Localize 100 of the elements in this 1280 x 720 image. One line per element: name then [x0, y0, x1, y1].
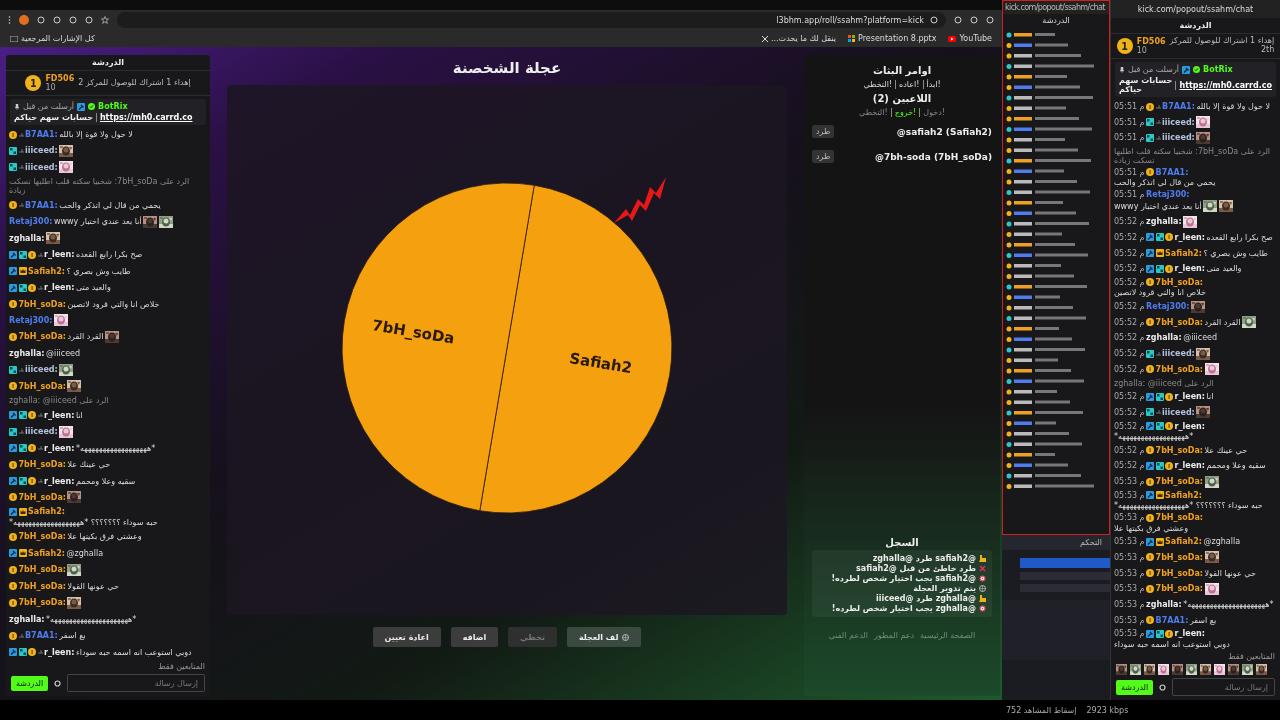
chat-username[interactable]: r_leen:: [44, 410, 75, 420]
wheel-segment: Safiah2: [479, 184, 673, 514]
bookmark-folder[interactable]: كل الإشارات المرجعية: [10, 34, 95, 43]
rank-badge: 1: [1116, 38, 1133, 54]
verified-icon: [88, 103, 96, 110]
bookmark[interactable]: ينقل لك ما يحدث...: [762, 34, 836, 43]
chat-username[interactable]: Safiah2:: [1165, 248, 1202, 258]
chat-username[interactable]: r_leen:: [1174, 264, 1205, 274]
kick-button[interactable]: طرد: [812, 150, 835, 163]
chat-button[interactable]: الدردشة: [1116, 679, 1154, 695]
wheel-button[interactable]: اضافه: [450, 627, 499, 647]
chat-username[interactable]: r_leen:: [1174, 421, 1205, 431]
chat-username[interactable]: B7AA1:: [1155, 615, 1189, 625]
coin-icon: [1165, 461, 1174, 470]
chat-username[interactable]: Safiah2:: [1165, 490, 1202, 500]
chat-username[interactable]: r_leen:: [44, 443, 75, 453]
chat-username[interactable]: 7bH_soDa:: [18, 332, 66, 342]
menu-icon[interactable]: [8, 16, 11, 24]
chat-username[interactable]: Safiah2:: [1165, 537, 1202, 547]
chat-username[interactable]: 7bH_soDa:: [1155, 445, 1204, 455]
bookmark[interactable]: YouTube: [948, 34, 992, 43]
chat-username[interactable]: zghalla:: [9, 348, 45, 358]
chat-username[interactable]: 7bH_soDa:: [1155, 477, 1204, 487]
chat-username[interactable]: zghalla:: [1146, 333, 1182, 343]
chat-username[interactable]: 7bH_soDa:: [1155, 552, 1204, 562]
chat-username[interactable]: 7bH_soDa:: [18, 492, 66, 502]
chat-username[interactable]: B7AA1:: [25, 631, 58, 641]
chat-username[interactable]: iiiceed:: [1162, 117, 1195, 127]
chat-username[interactable]: r_leen:: [44, 283, 75, 293]
coin-icon: [28, 411, 36, 420]
chat-username[interactable]: 7bH_soDa:: [1155, 277, 1204, 287]
chat-username[interactable]: Retaj300:: [1146, 302, 1190, 312]
chat-username[interactable]: r_leen:: [44, 647, 75, 657]
spin-wheel[interactable]: Safiah2 7bH_soDa: [337, 178, 677, 518]
chat-username[interactable]: 7bH_soDa:: [18, 565, 66, 575]
message-input[interactable]: إرسال رسالة: [67, 674, 205, 692]
settings-icon[interactable]: [54, 679, 62, 687]
chat-username[interactable]: Safiah2:: [28, 507, 65, 517]
address-bar[interactable]: l3bhm.app/roll/ssahm?platform=kick: [117, 12, 946, 28]
log-entry: @zghalla يجب اختيار شخص لطرده!: [831, 604, 976, 613]
chat-username[interactable]: zghalla:: [9, 614, 45, 624]
wheel-button[interactable]: لف العجلة: [566, 627, 642, 647]
chat-username[interactable]: zghalla:: [9, 233, 45, 243]
kick-button[interactable]: طرد: [812, 125, 835, 138]
chat-username[interactable]: r_leen:: [1174, 629, 1205, 639]
chat-username[interactable]: r_leen:: [44, 476, 75, 486]
coin-icon: [1165, 629, 1174, 638]
chat-username[interactable]: r_leen:: [1174, 461, 1205, 471]
chat-username[interactable]: zghalla:: [1146, 217, 1182, 227]
chat-username[interactable]: 7bH_soDa:: [18, 299, 66, 309]
chat-username[interactable]: iiiceed:: [1162, 349, 1195, 359]
chat-username[interactable]: B7AA1:: [25, 130, 58, 139]
chat-message: سقيه وعلا ومحمم: [1206, 461, 1266, 471]
chat-message: حي عونها القولا: [67, 581, 119, 591]
chat-username[interactable]: r_leen:: [44, 250, 75, 260]
chat-button[interactable]: الدردشة: [11, 675, 49, 691]
grid-icon: [9, 146, 17, 155]
chat-username[interactable]: 7bH_soDa:: [18, 381, 66, 391]
chat-username[interactable]: 7bH_soDa:: [1155, 584, 1204, 594]
chat-username[interactable]: 7bH_soDa:: [1155, 513, 1204, 522]
chat-message: حي عينك علا: [67, 460, 111, 470]
chat-username[interactable]: 7bH_soDa:: [18, 460, 66, 470]
chat-username[interactable]: Safiah2:: [28, 548, 65, 558]
avatar-icon[interactable]: [19, 15, 29, 25]
star-icon[interactable]: [101, 16, 109, 24]
pinned-link[interactable]: https://mh0.carrd.co: [95, 113, 193, 122]
hammer-icon: [1146, 264, 1155, 273]
chat-username[interactable]: zghalla:: [1146, 599, 1182, 609]
chat-message: *ههههههههههههههههههه*: [75, 443, 156, 453]
chat-username[interactable]: B7AA1:: [1155, 167, 1189, 177]
chat-username[interactable]: iiiceed:: [25, 427, 58, 437]
chat-username[interactable]: iiiceed:: [25, 162, 58, 172]
chat-username[interactable]: 7bH_soDa:: [1155, 317, 1204, 327]
chat-username[interactable]: r_leen:: [1174, 232, 1205, 242]
message-input[interactable]: إرسال رسالة: [1172, 678, 1275, 696]
chat-username[interactable]: 7bH_soDa:: [1155, 568, 1204, 578]
chat-username[interactable]: B7AA1:: [25, 200, 58, 210]
chat-username[interactable]: iiiceed:: [1162, 133, 1195, 143]
chat-username[interactable]: 7bH_soDa:: [1155, 364, 1204, 374]
grid-icon: [18, 283, 27, 292]
mark-icon: [37, 413, 43, 418]
pinned-link[interactable]: https://mh0.carrd.co: [1175, 80, 1272, 90]
bookmark[interactable]: Presentation 8.pptx: [848, 34, 937, 43]
chat-username[interactable]: r_leen:: [1174, 392, 1205, 402]
pinned-by: أرسلت من قبل: [1128, 65, 1180, 74]
chat-username[interactable]: 7bH_soDa:: [18, 581, 66, 591]
mark-icon: [18, 132, 24, 137]
chat-username[interactable]: iiiceed:: [25, 365, 58, 375]
chat-username[interactable]: B7AA1:: [1162, 102, 1195, 111]
settings-icon[interactable]: [1159, 683, 1167, 691]
chat-username[interactable]: 7bH_soDa:: [18, 532, 66, 542]
chat-username[interactable]: Retaj300:: [9, 217, 53, 227]
chat-username[interactable]: 7bH_soDa:: [18, 598, 66, 608]
wheel-button[interactable]: اعادة تعيين: [372, 627, 441, 647]
hammer-icon: [1146, 491, 1155, 500]
chat-username[interactable]: iiiceed:: [1162, 407, 1195, 417]
chat-username[interactable]: Safiah2:: [28, 266, 65, 276]
chat-username[interactable]: Retaj300:: [9, 316, 53, 325]
chat-username[interactable]: Retaj300:: [1146, 189, 1190, 199]
chat-username[interactable]: iiiceed:: [25, 146, 58, 156]
